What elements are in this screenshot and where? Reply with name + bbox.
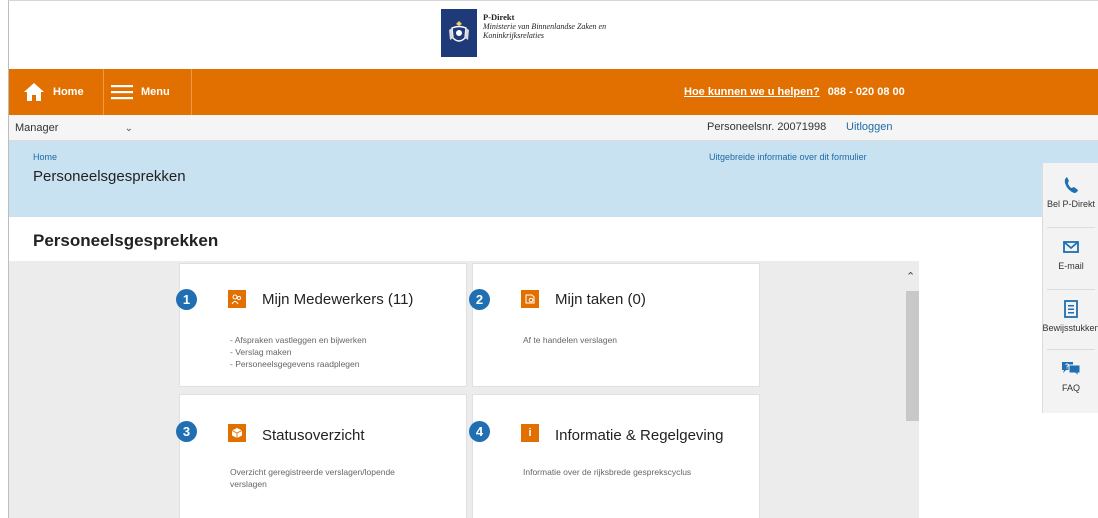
people-icon <box>228 290 246 308</box>
menu-label: Menu <box>141 86 170 98</box>
side-item-label: FAQ <box>1061 383 1080 393</box>
card-description: Af te handelen verslagen <box>523 334 617 346</box>
card-line: - Personeelsgegevens raadplegen <box>230 359 360 369</box>
card-informatie-regelgeving[interactable]: i Informatie & Regelgeving Informatie ov… <box>472 394 760 518</box>
browser-frame: P-Direkt Ministerie van Binnenlandse Zak… <box>8 0 1098 518</box>
scroll-up-icon[interactable]: ⌃ <box>906 270 915 283</box>
card-title: Informatie & Regelgeving <box>555 427 724 444</box>
section-title: Personeelsgesprekken <box>33 231 219 250</box>
role-bar: Manager ⌄ Personeelsnr. 20071998 Uitlogg… <box>9 115 1098 141</box>
help-link[interactable]: Hoe kunnen we u helpen? <box>684 86 820 98</box>
home-button[interactable]: Home <box>23 69 84 115</box>
envelope-icon <box>1063 237 1079 257</box>
main-header: Personeelsgesprekken <box>9 217 919 261</box>
step-badge: 2 <box>469 289 490 310</box>
side-item-bel[interactable]: Bel P-Direkt <box>1043 165 1098 225</box>
faq-chat-icon: ? <box>1061 359 1081 379</box>
step-badge: 4 <box>469 421 490 442</box>
help-phone: 088 - 020 08 00 <box>827 86 905 98</box>
card-title: Mijn taken (0) <box>555 291 646 308</box>
info-icon: i <box>521 424 539 442</box>
nav-divider <box>103 69 104 115</box>
card-line: verslagen <box>230 479 267 489</box>
logo-brand: P-Direkt <box>483 12 515 22</box>
chevron-down-icon: ⌄ <box>124 122 133 134</box>
side-item-bewijsstukken[interactable]: Bewijsstukken <box>1042 289 1098 349</box>
page-title: Personeelsgesprekken <box>33 168 186 185</box>
menu-button[interactable]: Menu <box>111 69 170 115</box>
card-description: - Afspraken vastleggen en bijwerken - Ve… <box>230 334 367 370</box>
coat-of-arms-icon <box>441 9 477 57</box>
hamburger-icon <box>111 85 133 100</box>
card-description: Overzicht geregistreerde verslagen/lopen… <box>230 466 450 490</box>
phone-icon <box>1063 175 1079 195</box>
logout-link[interactable]: Uitloggen <box>846 121 892 133</box>
step-badge: 1 <box>176 289 197 310</box>
card-mijn-medewerkers[interactable]: Mijn Medewerkers (11) - Afspraken vastle… <box>179 263 467 387</box>
home-label: Home <box>53 86 84 98</box>
card-description: Informatie over de rijksbrede gesprekscy… <box>523 466 743 478</box>
home-icon <box>24 83 44 101</box>
card-statusoverzicht[interactable]: Statusoverzicht Overzicht geregistreerde… <box>179 394 467 518</box>
card-title: Mijn Medewerkers (11) <box>262 291 414 308</box>
status-cube-icon <box>228 424 246 442</box>
logo-line-2: Koninkrijksrelaties <box>483 31 545 40</box>
contact-side-panel: Bel P-Direkt E-mail Bewijsstukken ? FAQ <box>1042 163 1098 413</box>
breadcrumb[interactable]: Home <box>33 152 57 162</box>
role-select[interactable]: Manager ⌄ <box>11 118 139 138</box>
site-logo[interactable]: P-Direkt Ministerie van Binnenlandse Zak… <box>441 9 606 57</box>
scrollbar-thumb[interactable] <box>906 291 919 421</box>
card-line: Overzicht geregistreerde verslagen/lopen… <box>230 467 395 477</box>
side-item-label: Bewijsstukken <box>1042 323 1098 333</box>
svg-text:?: ? <box>1065 364 1069 371</box>
card-mijn-taken[interactable]: Mijn taken (0) Af te handelen verslagen <box>472 263 760 387</box>
step-badge: 3 <box>176 421 197 442</box>
info-link[interactable]: Uitgebreide informatie over dit formulie… <box>709 152 867 162</box>
side-item-label: E-mail <box>1058 261 1084 271</box>
card-line: Informatie over de rijksbrede gesprekscy… <box>523 467 692 477</box>
help-area: Hoe kunnen we u helpen? 088 - 020 08 00 <box>684 69 905 115</box>
side-item-email[interactable]: E-mail <box>1043 227 1098 287</box>
card-line: - Afspraken vastleggen en bijwerken <box>230 335 367 345</box>
tasks-icon <box>521 290 539 308</box>
main-navigation: Home Menu Hoe kunnen we u helpen? 088 - … <box>9 69 1098 115</box>
role-value: Manager <box>15 122 59 134</box>
document-icon <box>1064 299 1078 319</box>
logo-line-1: Ministerie van Binnenlandse Zaken en <box>483 22 607 31</box>
page-banner: Home Personeelsgesprekken Uitgebreide in… <box>9 141 1098 217</box>
nav-divider <box>191 69 192 115</box>
logo-text: P-Direkt Ministerie van Binnenlandse Zak… <box>483 12 607 41</box>
card-line: - Verslag maken <box>230 347 292 357</box>
card-title: Statusoverzicht <box>262 427 365 444</box>
main-content: Personeelsgesprekken Mijn Medewerkers (1… <box>9 217 919 518</box>
employee-number: Personeelsnr. 20071998 <box>707 121 827 133</box>
card-line: Af te handelen verslagen <box>523 335 618 345</box>
logo-bar: P-Direkt Ministerie van Binnenlandse Zak… <box>9 1 1098 69</box>
side-item-faq[interactable]: ? FAQ <box>1043 349 1098 409</box>
side-item-label: Bel P-Direkt <box>1046 199 1095 209</box>
